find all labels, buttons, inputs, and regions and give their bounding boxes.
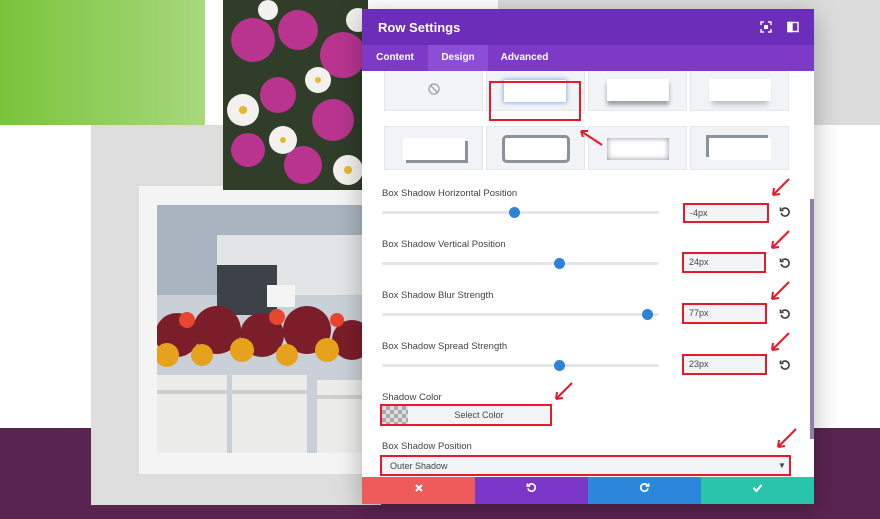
check-icon <box>752 484 763 496</box>
tab-content[interactable]: Content <box>362 45 428 71</box>
tab-design[interactable]: Design <box>428 45 488 71</box>
redo-button[interactable] <box>588 477 701 504</box>
background-green-block <box>0 0 205 125</box>
tab-advanced[interactable]: Advanced <box>488 45 561 71</box>
annotation-arrows <box>555 130 797 448</box>
row-settings-modal: Row Settings Content Design Advanced Box… <box>362 9 814 504</box>
scrollbar[interactable] <box>810 199 814 439</box>
modal-header: Row Settings <box>362 9 814 45</box>
settings-tabs: Content Design Advanced <box>362 45 814 71</box>
undo-icon <box>526 483 537 496</box>
sidebar-icon[interactable] <box>787 21 799 33</box>
fullscreen-icon[interactable] <box>760 21 772 33</box>
modal-title: Row Settings <box>378 20 461 35</box>
modal-footer <box>362 477 814 504</box>
close-icon <box>414 484 424 496</box>
flowers-photo-bottom <box>157 205 367 453</box>
save-button[interactable] <box>701 477 814 504</box>
design-settings-panel: Box Shadow Horizontal Position -4px Box … <box>362 71 814 477</box>
discard-button[interactable] <box>362 477 475 504</box>
redo-icon <box>639 483 650 496</box>
flowers-photo-top <box>223 0 368 190</box>
undo-button[interactable] <box>475 477 588 504</box>
